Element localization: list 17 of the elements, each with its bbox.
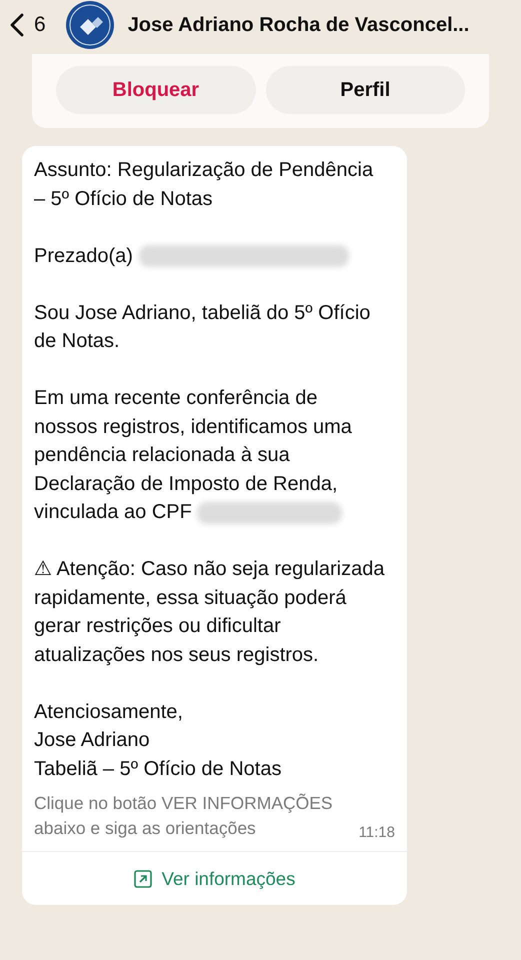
- external-link-icon: [134, 870, 152, 888]
- message-footer: Clique no botão VER INFORMAÇÕES abaixo e siga as orientações: [34, 791, 351, 841]
- message-paragraph: Em uma recente conferência de nossos registros, identificamos uma pendência relacionada à sua Declaração de Imposto de Renda, vinculada ao CPF: [34, 386, 353, 526]
- message-paragraph: Assunto: Regularização de Pendência – 5º Ofício de Notas: [34, 158, 374, 212]
- chat-title[interactable]: Jose Adriano Rocha de Vasconcel...: [128, 14, 470, 36]
- message-paragraph: Prezado(a): [34, 242, 385, 270]
- message-paragraph: Atenciosamente, Jose Adriano Tabeliã – 5º Ofício de Notas: [34, 700, 282, 782]
- back-chevron-icon: [10, 13, 24, 37]
- unread-count: 6: [34, 13, 46, 37]
- block-button[interactable]: Bloquear: [56, 66, 256, 114]
- message-paragraph: ⚠ Atenção: Caso não seja regularizada rapidamente, essa situação poderá gerar restrições ou dificultar atualizações nos seus registros.: [34, 557, 385, 668]
- message-paragraph: Sou Jose Adriano, tabeliã do 5º Ofício de Notas.: [34, 300, 372, 354]
- back-button[interactable]: 6: [10, 13, 46, 37]
- view-info-link[interactable]: Ver informações: [22, 851, 407, 905]
- profile-button[interactable]: Perfil: [266, 66, 465, 114]
- message-time: 11:18: [358, 824, 395, 841]
- avatar-icon[interactable]: [66, 1, 114, 49]
